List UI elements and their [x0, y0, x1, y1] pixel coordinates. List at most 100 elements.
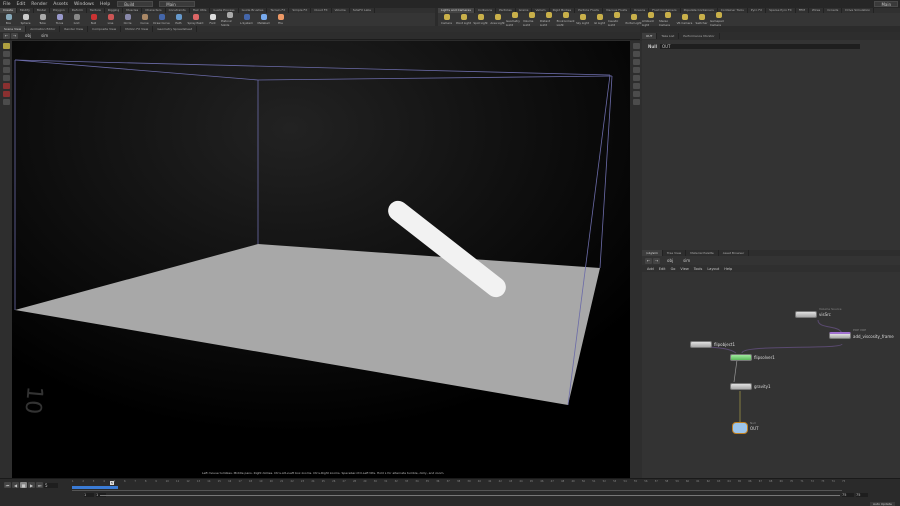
- shelf-tool-tube[interactable]: Tube: [34, 14, 51, 25]
- scale-tool-icon[interactable]: [2, 67, 10, 73]
- node-gravity1[interactable]: [730, 383, 752, 390]
- shelf-tool-box[interactable]: Box: [0, 14, 17, 25]
- stop-icon[interactable]: ■: [20, 482, 27, 488]
- jump-start-icon[interactable]: ⏮: [4, 482, 11, 488]
- shelf-tool-font[interactable]: Font: [204, 14, 221, 25]
- end-frame-field[interactable]: 75: [842, 493, 854, 497]
- shelf-tool-camera[interactable]: Camera: [438, 14, 455, 25]
- shelf-tool-portal-light[interactable]: Portal Light: [625, 14, 642, 25]
- shelf-tool-distant-light[interactable]: Distant Light: [540, 12, 557, 27]
- shelf-tool-sky-light[interactable]: Sky Light: [574, 14, 591, 25]
- move-tool-icon[interactable]: [2, 51, 10, 57]
- scene-viewport[interactable]: View Persp No cam 10 Left mouse tumbles.…: [12, 41, 630, 478]
- frame-tick: 29: [363, 480, 367, 483]
- display-options-icon[interactable]: [632, 43, 640, 49]
- playback-end-field[interactable]: 75: [856, 493, 868, 497]
- tab-performance-monitor[interactable]: Performance Monitor: [679, 33, 720, 39]
- node-vissrc[interactable]: [795, 311, 817, 318]
- shelf-tool-label: Ambient Light: [642, 19, 654, 27]
- step-back-icon[interactable]: ◀: [12, 482, 19, 488]
- jump-end-icon[interactable]: ⏭: [36, 482, 43, 488]
- update-mode-menu[interactable]: Auto Update: [870, 502, 895, 506]
- shelf-tool-gi-light[interactable]: GI Light: [591, 14, 608, 25]
- frame-ruler[interactable]: 5 1 2 3 4 5 6 7 8 9 10 11 12 13 14 15 16 17 18 19 20 21 22 23 2…: [72, 480, 845, 491]
- shelf-tool-point-light[interactable]: Point Light: [455, 14, 472, 25]
- shelf-tool-curve[interactable]: Curve: [136, 14, 153, 25]
- pose-tool-icon[interactable]: [2, 83, 10, 89]
- node-out[interactable]: [732, 422, 748, 434]
- shelf-tool-spot-light[interactable]: Spot Light: [472, 14, 489, 25]
- points-icon[interactable]: [632, 75, 640, 81]
- menu-file[interactable]: File: [3, 2, 11, 7]
- camera-icon: [443, 14, 450, 20]
- menu-assets[interactable]: Assets: [53, 2, 68, 7]
- shelf-tool-l-system[interactable]: L-System: [238, 14, 255, 25]
- shelf-tool-null[interactable]: Null: [85, 14, 102, 25]
- node-flipsolver1[interactable]: [730, 354, 752, 361]
- background-icon[interactable]: [632, 99, 640, 105]
- current-frame-field[interactable]: 5: [44, 482, 58, 488]
- shelf-tool-stereo-camera[interactable]: Stereo Camera: [659, 12, 676, 27]
- frame-tick: 32: [394, 480, 398, 483]
- start-frame-field[interactable]: 1: [84, 493, 94, 497]
- node-add-viscosity-frame[interactable]: [829, 332, 851, 339]
- shelf-tool-vr-camera[interactable]: VR Camera: [676, 14, 693, 25]
- grid-icon: [73, 14, 80, 20]
- menu-edit[interactable]: Edit: [17, 2, 26, 7]
- path-obj[interactable]: obj: [25, 33, 31, 38]
- tab-out[interactable]: OUT: [642, 33, 658, 39]
- tab-take-list[interactable]: Take List: [657, 33, 680, 39]
- menu-help[interactable]: Help: [100, 2, 110, 7]
- shelf-tool-label: Line: [107, 21, 114, 25]
- menu-render[interactable]: Render: [31, 2, 47, 7]
- shelf-tool-area-light[interactable]: Area Light: [489, 14, 506, 25]
- shelf-tool-gamepad-camera[interactable]: Gamepad Camera: [710, 12, 727, 27]
- shelf-tool-torus[interactable]: Torus: [51, 14, 68, 25]
- shelf-tool-ambient-light[interactable]: Ambient Light: [642, 12, 659, 27]
- back-icon[interactable]: ←: [3, 32, 10, 39]
- desktop-selector[interactable]: Build: [117, 1, 154, 7]
- frame-tick: 43: [509, 480, 513, 483]
- shelf-tool-platonic-solids[interactable]: Platonic Solids: [221, 12, 238, 27]
- shelf-tool-path[interactable]: Path: [170, 14, 187, 25]
- shelf-tool-sphere[interactable]: Sphere: [17, 14, 34, 25]
- play-icon[interactable]: ▶: [28, 482, 35, 488]
- handle-tool-icon[interactable]: [2, 75, 10, 81]
- shelf-tool-circle[interactable]: Circle: [119, 14, 136, 25]
- shelf-tool-switcher[interactable]: Switcher: [693, 14, 710, 25]
- lighting-icon[interactable]: [632, 51, 640, 57]
- normals-icon[interactable]: [632, 83, 640, 89]
- menu-windows[interactable]: Windows: [74, 2, 94, 7]
- path-node[interactable]: sim: [41, 33, 48, 38]
- right-desktop-selector[interactable]: Main: [874, 1, 898, 7]
- wireframe-icon[interactable]: [632, 67, 640, 73]
- frame-tick: 36: [436, 480, 440, 483]
- select-tool-icon[interactable]: [2, 43, 10, 49]
- shelf-tool-spray-paint[interactable]: Spray Paint: [187, 14, 204, 25]
- forward-icon[interactable]: →: [11, 32, 18, 39]
- shelf-tool-label: Portal Light: [625, 21, 642, 25]
- viewport-hint: Left mouse tumbles. Middle pans. Right d…: [202, 471, 445, 475]
- shelf-tool-draw-curve[interactable]: Draw Curve: [153, 14, 170, 25]
- shelf-tool-line[interactable]: Line: [102, 14, 119, 25]
- shelf-tool-grid[interactable]: Grid: [68, 14, 85, 25]
- node-flipobject1[interactable]: [690, 341, 712, 348]
- shelf-tool-metaball[interactable]: Metaball: [255, 14, 272, 25]
- shelf-tool-caustic-light[interactable]: Caustic Light: [608, 12, 625, 27]
- shelf-tool-environment-light[interactable]: Environment Light: [557, 12, 574, 27]
- shading-icon[interactable]: [632, 59, 640, 65]
- shelf-tool-geometry-light[interactable]: Geometry Light: [506, 12, 523, 27]
- ghost-icon[interactable]: [632, 91, 640, 97]
- node-type-label: POP VOP: [853, 328, 867, 332]
- rotate-tool-icon[interactable]: [2, 59, 10, 65]
- range-slider[interactable]: [100, 495, 840, 496]
- node-name-field[interactable]: OUT: [659, 43, 860, 49]
- shelf-tool-volume-light[interactable]: Volume Light: [523, 12, 540, 27]
- spray-paint-icon: [192, 14, 199, 20]
- context-selector[interactable]: Main: [159, 1, 196, 7]
- shelf-tool-file[interactable]: File: [272, 14, 289, 25]
- view-tool-icon[interactable]: [2, 91, 10, 97]
- snap-icon[interactable]: [2, 99, 10, 105]
- geometry-light-icon: [511, 12, 518, 18]
- sky-light-icon: [579, 14, 586, 20]
